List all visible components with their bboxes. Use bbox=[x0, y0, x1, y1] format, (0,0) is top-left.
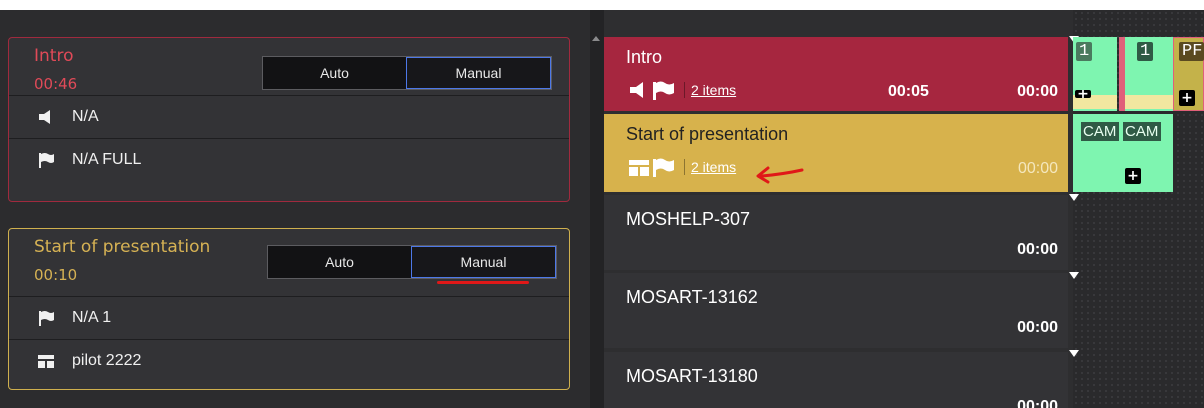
layout-icon bbox=[629, 160, 649, 176]
segment-item[interactable]: N/A FULL bbox=[9, 139, 569, 182]
story-marker-icon bbox=[1069, 272, 1079, 279]
story-icons bbox=[628, 80, 676, 100]
story-row[interactable]: MOSHELP-307 00:00 bbox=[604, 195, 1068, 270]
story-marker-icon bbox=[1069, 350, 1079, 357]
story-duration: 00:05 bbox=[888, 83, 929, 100]
story-title: MOSART-13162 bbox=[626, 287, 758, 307]
story-row[interactable]: MOSART-13180 00:00 bbox=[604, 352, 1068, 408]
pane-splitter[interactable] bbox=[590, 10, 604, 408]
timeline-badge: 1 bbox=[1137, 42, 1154, 61]
story-items-link[interactable]: 2 items bbox=[684, 82, 736, 98]
segment-item-label: N/A FULL bbox=[72, 151, 142, 168]
timeline-badge: 1 bbox=[1076, 42, 1093, 61]
story-time: 00:00 bbox=[1017, 241, 1058, 258]
story-time: 00:00 bbox=[1017, 160, 1058, 177]
story-row[interactable]: MOSART-13162 00:00 bbox=[604, 273, 1068, 348]
auto-button[interactable]: Auto bbox=[268, 246, 411, 278]
segment-duration: 00:46 bbox=[34, 75, 78, 93]
segment-title: Start of presentation bbox=[34, 237, 211, 257]
story-title: Start of presentation bbox=[626, 124, 789, 144]
story-title: MOSHELP-307 bbox=[626, 209, 751, 229]
story-time: 00:00 bbox=[1017, 83, 1058, 100]
story-marker-icon bbox=[1069, 194, 1079, 201]
add-icon[interactable]: + bbox=[1125, 168, 1141, 184]
story-title: MOSART-13180 bbox=[626, 366, 758, 386]
speaker-icon bbox=[630, 82, 643, 98]
timeline-badge: PF bbox=[1179, 42, 1204, 61]
layout-icon bbox=[38, 355, 54, 368]
flag-icon bbox=[653, 158, 674, 177]
story-row-intro[interactable]: Intro 2 items 00:05 00:00 bbox=[604, 37, 1068, 111]
cam-label: CAM bbox=[1081, 122, 1119, 141]
segment-card-header: Intro 00:46 Auto Manual bbox=[9, 38, 569, 96]
segment-title: Intro bbox=[34, 46, 74, 66]
story-time: 00:00 bbox=[1017, 398, 1058, 408]
annotation-underline bbox=[437, 281, 529, 284]
segment-card-intro: Intro 00:46 Auto Manual N/A N/A FULL bbox=[8, 37, 570, 202]
segment-item-label: N/A 1 bbox=[72, 309, 112, 326]
flag-icon bbox=[39, 311, 54, 326]
add-icon[interactable]: + bbox=[1179, 90, 1195, 106]
speaker-icon bbox=[39, 110, 50, 124]
manual-button[interactable]: Manual bbox=[411, 246, 556, 278]
story-time: 00:00 bbox=[1017, 319, 1058, 336]
segment-item[interactable]: N/A 1 bbox=[9, 297, 569, 340]
flag-icon bbox=[653, 81, 674, 100]
segment-item[interactable]: pilot 2222 bbox=[9, 340, 569, 383]
timeline-block bbox=[1125, 95, 1173, 109]
mode-toggle: Auto Manual bbox=[262, 56, 552, 90]
auto-button[interactable]: Auto bbox=[263, 57, 406, 89]
segment-duration: 00:10 bbox=[34, 266, 78, 284]
story-title: Intro bbox=[626, 47, 663, 67]
segment-item-label: pilot 2222 bbox=[72, 352, 142, 369]
segment-card-header: Start of presentation 00:10 Auto Manual bbox=[9, 229, 569, 297]
segment-item[interactable]: N/A bbox=[9, 96, 569, 139]
story-items-link[interactable]: 2 items bbox=[684, 159, 736, 175]
story-row-start[interactable]: Start of presentation 2 items 00:00 bbox=[604, 114, 1068, 192]
story-icons bbox=[628, 157, 676, 177]
collapse-arrow-icon[interactable] bbox=[592, 36, 600, 41]
mode-toggle: Auto Manual bbox=[267, 245, 557, 279]
segment-card-start: Start of presentation 00:10 Auto Manual … bbox=[8, 228, 570, 390]
top-strip bbox=[0, 0, 1204, 10]
add-icon[interactable]: + bbox=[1075, 90, 1091, 98]
annotation-arrow-icon bbox=[756, 166, 804, 184]
flag-icon bbox=[39, 153, 54, 168]
cam-label: CAM bbox=[1123, 122, 1161, 141]
manual-button[interactable]: Manual bbox=[406, 57, 551, 89]
segment-item-label: N/A bbox=[72, 108, 99, 125]
